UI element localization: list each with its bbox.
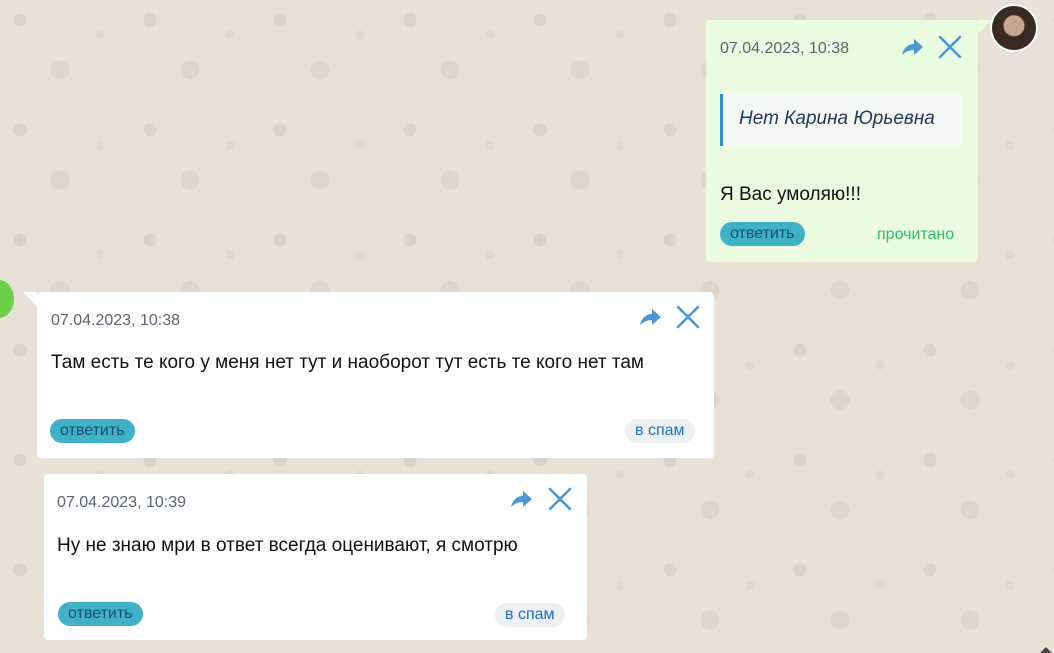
message-date: 07.04.2023, 10:38 xyxy=(720,40,850,57)
reply-button[interactable]: ответить xyxy=(58,602,143,626)
reply-button[interactable]: ответить xyxy=(50,419,135,443)
message-date: 07.04.2023, 10:38 xyxy=(51,312,181,329)
message-bubble: 07.04.2023, 10:39 Ну не знаю мри в ответ… xyxy=(44,474,587,640)
close-icon[interactable] xyxy=(675,304,701,330)
quoted-message: Нет Карина Юрьевна xyxy=(720,94,962,146)
forward-arrow-icon[interactable] xyxy=(637,305,663,331)
spam-button[interactable]: в спам xyxy=(495,603,565,627)
forward-arrow-icon[interactable] xyxy=(508,487,534,513)
close-icon[interactable] xyxy=(937,34,963,60)
message-text: Там есть те кого у меня нет тут и наобор… xyxy=(51,352,644,373)
message-bubble: 07.04.2023, 10:38 Там есть те кого у мен… xyxy=(23,292,714,458)
message-text: Ну не знаю мри в ответ всегда оценивают,… xyxy=(57,535,518,556)
scroll-down-arrow-icon[interactable] xyxy=(1040,647,1052,653)
close-icon[interactable] xyxy=(547,486,573,512)
forward-arrow-icon[interactable] xyxy=(899,35,925,61)
message-bubble-own: 07.04.2023, 10:38 Нет Карина Юрьевна Я В… xyxy=(706,20,992,262)
user-avatar xyxy=(992,6,1036,50)
message-date: 07.04.2023, 10:39 xyxy=(57,494,187,511)
read-status: прочитано xyxy=(877,226,955,243)
message-text: Я Вас умоляю!!! xyxy=(720,184,861,205)
spam-button[interactable]: в спам xyxy=(625,419,695,443)
reply-button[interactable]: ответить xyxy=(720,222,805,246)
quoted-message-text: Нет Карина Юрьевна xyxy=(739,108,935,129)
